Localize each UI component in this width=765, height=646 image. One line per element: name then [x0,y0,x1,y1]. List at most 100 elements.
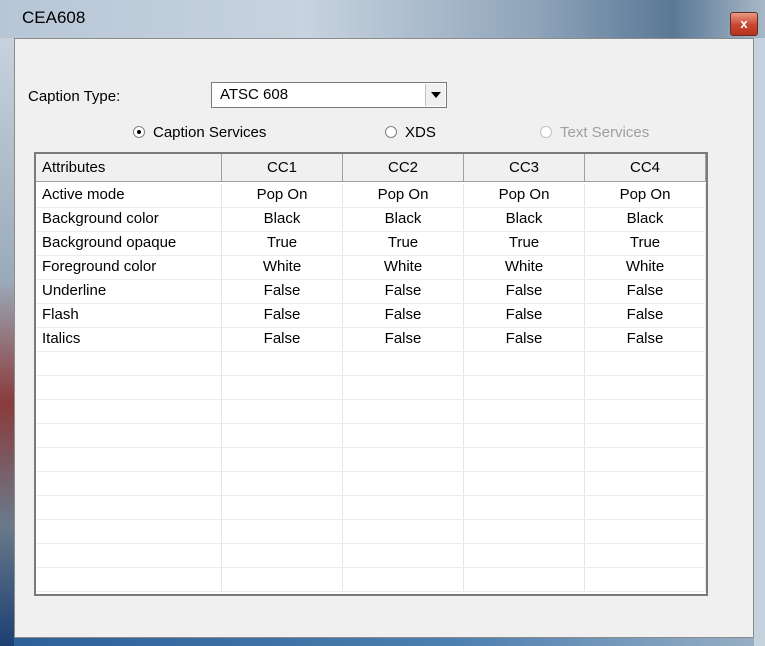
table-row-empty[interactable] [36,520,706,544]
title-bar[interactable]: CEA608 x [0,0,765,38]
cc2-value-cell: False [343,280,464,303]
table-row[interactable]: Italics False False False False [36,328,706,352]
chevron-down-icon[interactable] [425,84,445,106]
attribute-name-cell: Italics [36,328,222,351]
cc3-value-cell [464,544,585,567]
window-frame-bottom [14,638,754,646]
cc1-value-cell: False [222,328,343,351]
attribute-name-cell [36,472,222,495]
cc2-value-cell: False [343,328,464,351]
attribute-name-cell: Underline [36,280,222,303]
table-row[interactable]: Background opaque True True True True [36,232,706,256]
column-header-cc2[interactable]: CC2 [343,154,464,182]
attribute-name-cell [36,568,222,591]
radio-label: XDS [405,124,436,141]
cc4-value-cell: White [585,256,706,279]
cc4-value-cell: Pop On [585,184,706,207]
cc4-value-cell [585,496,706,519]
radio-unselected-icon [385,126,397,138]
table-row[interactable]: Underline False False False False [36,280,706,304]
radio-caption-services[interactable]: Caption Services [133,124,266,141]
attribute-name-cell [36,424,222,447]
dialog-window: CEA608 x Caption Type: ATSC 608 Caption … [0,0,765,646]
cc1-value-cell [222,352,343,375]
cc4-value-cell [585,376,706,399]
cc3-value-cell: False [464,304,585,327]
table-row-empty[interactable] [36,472,706,496]
cc2-value-cell [343,544,464,567]
table-row-empty[interactable] [36,376,706,400]
cc2-value-cell [343,472,464,495]
cc1-value-cell [222,400,343,423]
cc2-value-cell [343,448,464,471]
cc2-value-cell: White [343,256,464,279]
cc4-value-cell [585,352,706,375]
cc3-value-cell [464,448,585,471]
attribute-name-cell: Flash [36,304,222,327]
table-row[interactable]: Background color Black Black Black Black [36,208,706,232]
table-row[interactable]: Flash False False False False [36,304,706,328]
cc3-value-cell [464,520,585,543]
attribute-name-cell [36,376,222,399]
column-header-cc4[interactable]: CC4 [585,154,706,182]
table-row[interactable]: Active mode Pop On Pop On Pop On Pop On [36,184,706,208]
attribute-name-cell [36,448,222,471]
cc4-value-cell [585,520,706,543]
table-row-empty[interactable] [36,400,706,424]
cc3-value-cell [464,376,585,399]
attribute-name-cell [36,544,222,567]
cc2-value-cell: Black [343,208,464,231]
cc3-value-cell [464,424,585,447]
cc1-value-cell: Pop On [222,184,343,207]
table-row[interactable]: Foreground color White White White White [36,256,706,280]
cc4-value-cell: False [585,280,706,303]
cc1-value-cell: White [222,256,343,279]
caption-type-select[interactable]: ATSC 608 [211,82,447,108]
cc1-value-cell [222,520,343,543]
cc2-value-cell [343,376,464,399]
window-frame-right [754,38,765,646]
close-icon: x [740,16,748,31]
radio-xds[interactable]: XDS [385,124,436,141]
cc4-value-cell [585,472,706,495]
cc2-value-cell: False [343,304,464,327]
cc4-value-cell [585,544,706,567]
table-row-empty[interactable] [36,352,706,376]
radio-label: Text Services [560,124,650,141]
cc1-value-cell [222,376,343,399]
attributes-table[interactable]: Attributes CC1 CC2 CC3 CC4 Active mode Po… [34,152,708,596]
cc3-value-cell: Black [464,208,585,231]
cc4-value-cell: True [585,232,706,255]
table-row-empty[interactable] [36,544,706,568]
cc1-value-cell: False [222,280,343,303]
attribute-name-cell [36,520,222,543]
cc1-value-cell: Black [222,208,343,231]
attribute-name-cell [36,400,222,423]
cc1-value-cell [222,424,343,447]
table-row-empty[interactable] [36,448,706,472]
cc4-value-cell [585,568,706,591]
attribute-name-cell: Background opaque [36,232,222,255]
cc3-value-cell: True [464,232,585,255]
cc4-value-cell [585,448,706,471]
attribute-name-cell: Background color [36,208,222,231]
attribute-name-cell: Foreground color [36,256,222,279]
cc4-value-cell: False [585,304,706,327]
table-row-empty[interactable] [36,496,706,520]
window-title: CEA608 [22,8,86,27]
cc2-value-cell [343,352,464,375]
cc1-value-cell [222,448,343,471]
column-header-attributes[interactable]: Attributes [36,154,222,182]
attribute-name-cell [36,496,222,519]
close-button[interactable]: x [730,12,758,36]
table-row-empty[interactable] [36,424,706,448]
window-frame-left [0,38,14,646]
column-header-cc3[interactable]: CC3 [464,154,585,182]
table-row-empty[interactable] [36,568,706,592]
cc4-value-cell [585,400,706,423]
cc1-value-cell [222,544,343,567]
cc3-value-cell [464,400,585,423]
radio-label: Caption Services [153,124,267,141]
cc2-value-cell [343,400,464,423]
column-header-cc1[interactable]: CC1 [222,154,343,182]
